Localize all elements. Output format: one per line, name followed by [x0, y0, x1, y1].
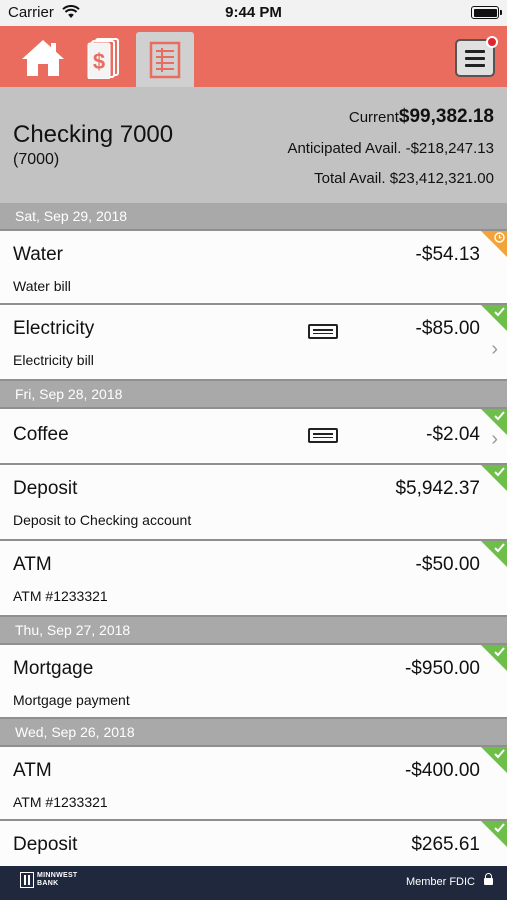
- transaction-title: Deposit: [13, 478, 78, 499]
- transaction-row[interactable]: Water Water bill -$54.13: [0, 229, 507, 305]
- date-header: Sat, Sep 29, 2018: [0, 203, 507, 229]
- menu-bar: [465, 56, 485, 60]
- transaction-row[interactable]: ATM ATM #1233321 -$50.00: [0, 541, 507, 617]
- current-balance: Current$99,382.18: [349, 106, 494, 128]
- transaction-title: Mortgage: [13, 658, 94, 679]
- account-number: (7000): [13, 151, 60, 168]
- date-header: Thu, Sep 27, 2018: [0, 617, 507, 643]
- transaction-row[interactable]: ATM ATM #1233321 -$400.00: [0, 745, 507, 821]
- total-balance-label: Total Avail.: [314, 170, 386, 187]
- transaction-title: ATM: [13, 554, 52, 575]
- transaction-amount: $5,942.37: [395, 478, 480, 499]
- pending-status-corner: [481, 231, 507, 257]
- current-balance-value: $99,382.18: [398, 106, 494, 127]
- footer: MINNWEST BANK Member FDIC: [0, 866, 507, 900]
- transaction-description: Deposit to Checking account: [13, 512, 192, 528]
- transaction-title: Coffee: [13, 424, 69, 445]
- transaction-amount: -$50.00: [415, 554, 480, 575]
- battery-icon: [471, 6, 502, 19]
- checkmark-icon: [494, 647, 505, 657]
- checkmark-icon: [494, 749, 505, 759]
- checkmark-icon: [494, 823, 505, 833]
- money-icon: $: [87, 38, 119, 79]
- transaction-title: Water: [13, 244, 63, 265]
- transaction-title: ATM: [13, 760, 52, 781]
- top-nav: $: [0, 26, 507, 87]
- hamburger-menu-button[interactable]: [455, 36, 498, 77]
- current-balance-label: Current: [348, 109, 399, 126]
- checkmark-icon: [494, 307, 505, 317]
- bank-name-line1: MINNWEST: [37, 872, 78, 879]
- nav-register[interactable]: [136, 32, 194, 87]
- transaction-amount: -$85.00: [415, 318, 480, 339]
- transaction-amount: -$2.04: [426, 424, 480, 445]
- transaction-amount: -$54.13: [415, 244, 480, 265]
- cleared-status-corner: [481, 465, 507, 491]
- transaction-row[interactable]: Coffee -$2.04 ›: [0, 407, 507, 465]
- total-balance-value: $23,412,321.00: [389, 170, 494, 187]
- total-balance: Total Avail. $23,412,321.00: [314, 170, 494, 187]
- cleared-status-corner: [481, 409, 507, 435]
- date-header: Fri, Sep 28, 2018: [0, 381, 507, 407]
- account-name: Checking 7000: [13, 121, 174, 148]
- account-header: Checking 7000 (7000) Current$99,382.18 A…: [0, 87, 507, 203]
- notification-dot: [486, 36, 498, 48]
- clock-icon: [494, 232, 505, 243]
- status-bar: Carrier 9:44 PM: [0, 0, 507, 26]
- bank-logo: MINNWEST BANK: [20, 872, 78, 888]
- lock-icon: [484, 873, 493, 885]
- transaction-list[interactable]: Sat, Sep 29, 2018 Water Water bill -$54.…: [0, 203, 507, 866]
- chevron-right-icon[interactable]: ›: [491, 339, 498, 359]
- transaction-row[interactable]: Electricity Electricity bill -$85.00 ›: [0, 305, 507, 381]
- clock: 9:44 PM: [225, 4, 282, 21]
- anticipated-balance-label: Anticipated Avail.: [287, 140, 402, 157]
- transaction-amount: -$950.00: [404, 658, 480, 679]
- anticipated-balance-value: -$218,247.13: [405, 140, 494, 157]
- bank-logo-icon: [20, 872, 34, 888]
- cleared-status-corner: [481, 747, 507, 773]
- checkmark-icon: [494, 411, 505, 421]
- menu-bar: [465, 49, 485, 53]
- transaction-row[interactable]: Mortgage Mortgage payment -$950.00: [0, 643, 507, 719]
- bank-name-line2: BANK: [37, 880, 59, 887]
- date-header: Wed, Sep 26, 2018: [0, 719, 507, 745]
- cleared-status-corner: [481, 821, 507, 847]
- transaction-description: Electricity bill: [13, 352, 94, 368]
- card-icon: [308, 428, 338, 443]
- transaction-row[interactable]: Deposit $265.61: [0, 821, 507, 866]
- cleared-status-corner: [481, 645, 507, 671]
- checkmark-icon: [494, 467, 505, 477]
- register-icon: [149, 41, 181, 78]
- home-icon: [22, 40, 64, 76]
- anticipated-balance: Anticipated Avail. -$218,247.13: [287, 140, 494, 157]
- nav-money[interactable]: $: [75, 32, 133, 84]
- cleared-status-corner: [481, 305, 507, 331]
- transaction-amount: -$400.00: [404, 760, 480, 781]
- cleared-status-corner: [481, 541, 507, 567]
- transaction-description: ATM #1233321: [13, 794, 108, 810]
- menu-bar: [465, 63, 485, 67]
- transaction-title: Electricity: [13, 318, 95, 339]
- card-icon: [308, 324, 338, 339]
- transaction-description: Water bill: [13, 278, 71, 294]
- nav-home[interactable]: [14, 32, 72, 84]
- checkmark-icon: [494, 543, 505, 553]
- transaction-row[interactable]: Deposit Deposit to Checking account $5,9…: [0, 465, 507, 541]
- transaction-description: Mortgage payment: [13, 692, 130, 708]
- transaction-description: ATM #1233321: [13, 588, 108, 604]
- fdic-label: Member FDIC: [405, 876, 475, 888]
- transaction-title: Deposit: [13, 834, 78, 855]
- transaction-amount: $265.61: [411, 834, 480, 855]
- svg-text:$: $: [93, 49, 105, 74]
